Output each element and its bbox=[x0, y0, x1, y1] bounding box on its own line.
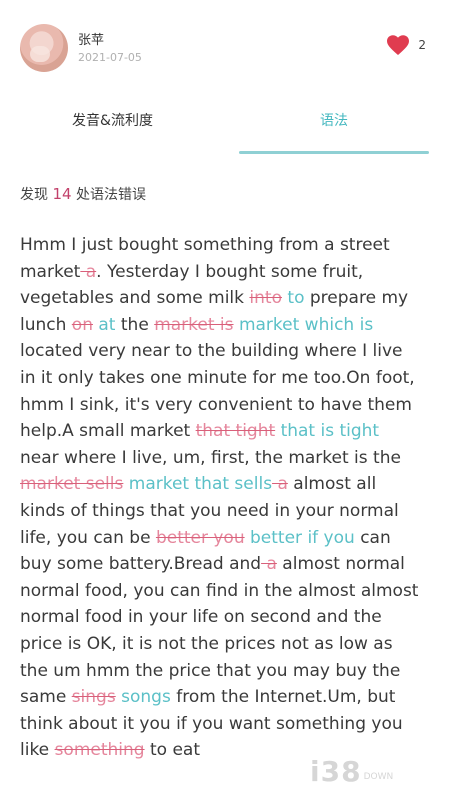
tab-grammar[interactable]: 语法 bbox=[239, 95, 429, 145]
inserted-correction: better if you bbox=[250, 527, 355, 548]
deleted-text: market sells bbox=[20, 474, 124, 495]
inserted-correction: market that sells bbox=[128, 474, 273, 495]
post-date: 2021-07-05 bbox=[78, 51, 142, 64]
transcript-text: near where I live, um, first, the market… bbox=[20, 447, 401, 468]
watermark-logo: i38 DOWN bbox=[310, 755, 393, 788]
watermark-subtext: DOWN bbox=[363, 772, 394, 782]
inserted-correction: songs bbox=[121, 687, 171, 708]
deleted-text: on bbox=[71, 314, 93, 335]
like-count: 2 bbox=[418, 38, 426, 52]
heart-icon[interactable] bbox=[386, 34, 410, 56]
post-header: 张苹 2021-07-05 2 bbox=[0, 0, 450, 82]
deleted-text: market is bbox=[154, 314, 234, 335]
deleted-text: that tight bbox=[195, 421, 276, 442]
inserted-correction: market which is bbox=[238, 314, 374, 335]
user-avatar[interactable] bbox=[20, 24, 68, 72]
inserted-correction: to bbox=[287, 288, 305, 309]
inserted-correction: at bbox=[98, 314, 116, 335]
error-summary: 发现 14 处语法错误 bbox=[20, 184, 146, 204]
deleted-text: a bbox=[80, 261, 97, 282]
deleted-text: better you bbox=[155, 527, 245, 548]
tab-pronunciation-fluency[interactable]: 发音&流利度 bbox=[0, 95, 225, 145]
transcript-text: almost normal normal food, you can find … bbox=[20, 554, 419, 708]
inserted-correction: that is tight bbox=[280, 421, 380, 442]
transcript-text: to eat bbox=[144, 740, 200, 761]
error-count: 14 bbox=[52, 185, 72, 203]
summary-prefix: 发现 bbox=[20, 187, 48, 203]
deleted-text: a bbox=[261, 554, 277, 575]
watermark-text: i38 bbox=[310, 755, 362, 788]
active-tab-indicator bbox=[239, 151, 429, 154]
like-button[interactable]: 2 bbox=[386, 34, 426, 56]
summary-suffix: 处语法错误 bbox=[76, 187, 146, 203]
user-name: 张苹 bbox=[78, 33, 105, 48]
deleted-text: sings bbox=[71, 687, 116, 708]
transcript-text: the bbox=[115, 314, 155, 335]
deleted-text: into bbox=[249, 288, 282, 309]
tab-bar: 发音&流利度 语法 bbox=[0, 95, 450, 157]
deleted-text: a bbox=[272, 474, 288, 495]
deleted-text: something bbox=[54, 740, 145, 761]
corrected-transcript: Hmm I just bought something from a stree… bbox=[20, 232, 420, 764]
